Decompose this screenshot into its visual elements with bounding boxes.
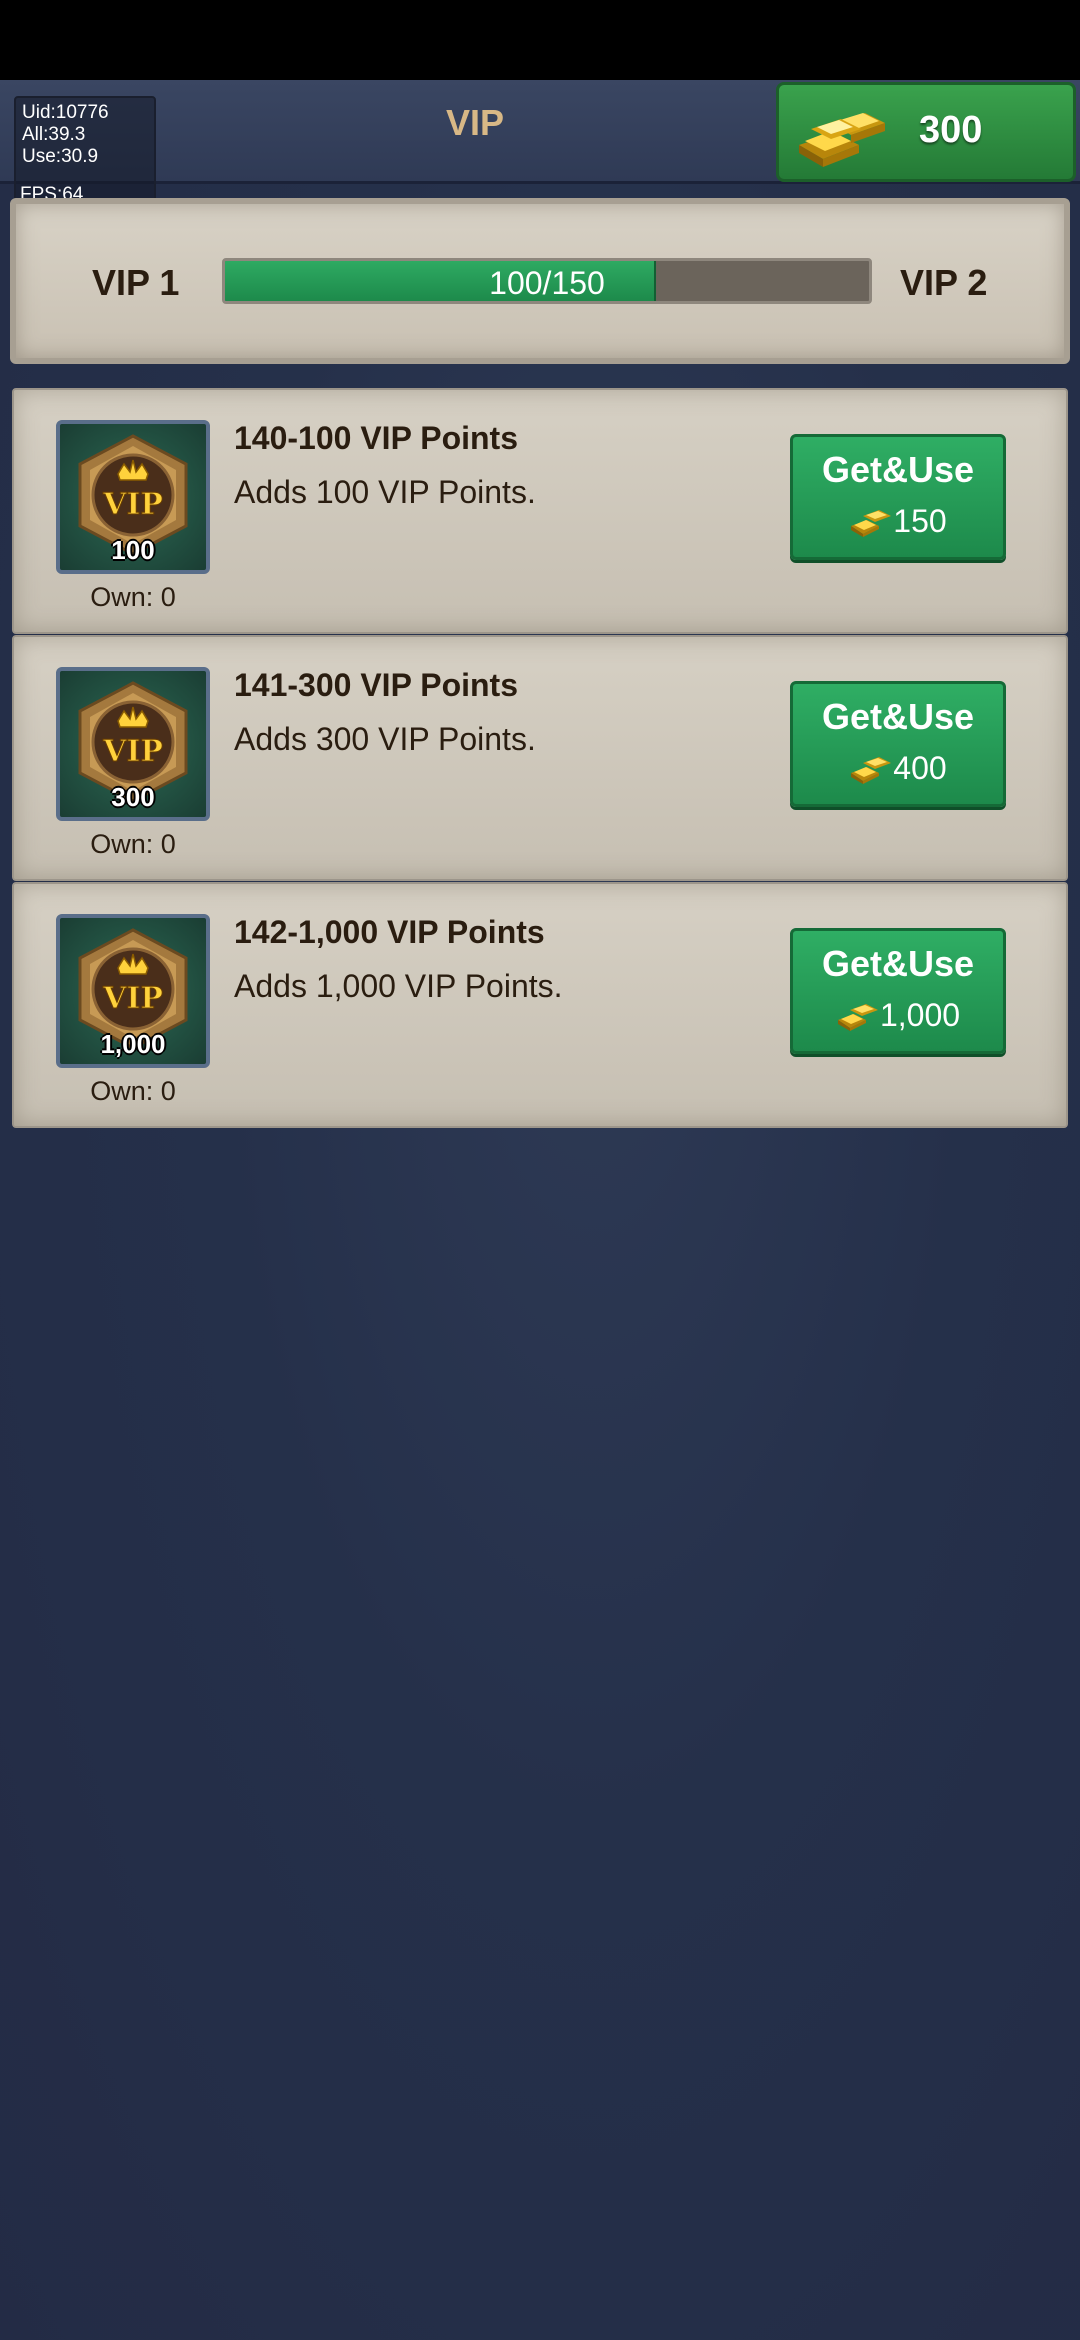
debug-overlay: Uid:10776 All:39.3 Use:30.9 FPS:64	[14, 96, 156, 210]
gold-bars-icon	[851, 510, 892, 537]
svg-text:VIP: VIP	[102, 734, 163, 769]
item-own-count: Own: 0	[90, 582, 176, 612]
get-and-use-label: Get&Use	[821, 943, 975, 984]
status-bar	[0, 0, 1080, 80]
svg-text:VIP: VIP	[102, 487, 163, 522]
get-and-use-button[interactable]: Get&Use 1,000	[790, 928, 1006, 1054]
debug-uid: Uid:10776	[22, 102, 109, 123]
price-row: 1,000	[793, 997, 1003, 1034]
get-and-use-label: Get&Use	[821, 449, 975, 490]
price-value: 150	[893, 503, 947, 539]
item-description: Adds 100 VIP Points.	[234, 474, 536, 510]
next-vip-level: VIP 2	[900, 262, 988, 303]
svg-text:VIP: VIP	[102, 981, 163, 1016]
item-own-count: Own: 0	[90, 829, 176, 859]
gold-balance-button[interactable]: 300	[776, 82, 1076, 182]
vip-badge-icon[interactable]: VIP 100	[56, 420, 210, 574]
vip-progress-panel: VIP 1 100/150 VIP 2	[10, 198, 1070, 364]
vip-progress-text: 100/150	[489, 265, 605, 301]
gold-bars-icon	[851, 757, 892, 784]
get-and-use-button[interactable]: Get&Use 400	[790, 681, 1006, 807]
gold-bars-icon	[799, 113, 885, 167]
item-description: Adds 1,000 VIP Points.	[234, 968, 563, 1004]
item-description: Adds 300 VIP Points.	[234, 721, 536, 757]
item-title: 140-100 VIP Points	[234, 420, 518, 456]
item-icon-count: 100	[111, 535, 155, 565]
current-vip-level: VIP 1	[92, 262, 180, 303]
gold-bars-icon	[837, 1004, 878, 1031]
item-title: 142-1,000 VIP Points	[234, 914, 545, 950]
item-icon-count: 1,000	[100, 1029, 166, 1059]
item-title: 141-300 VIP Points	[234, 667, 518, 703]
debug-all: All:39.3	[22, 124, 86, 145]
get-and-use-button[interactable]: Get&Use 150	[790, 434, 1006, 560]
item-icon-count: 300	[111, 782, 155, 812]
vip-item-card: VIP 1,000 Own: 0 142-1,000 VIP Points Ad…	[12, 882, 1068, 1128]
price-value: 400	[893, 750, 947, 786]
price-value: 1,000	[879, 997, 961, 1033]
debug-use: Use:30.9	[22, 146, 99, 167]
price-row: 150	[793, 503, 1003, 540]
price-row: 400	[793, 750, 1003, 787]
gold-amount: 300	[919, 109, 983, 151]
get-and-use-label: Get&Use	[821, 696, 975, 737]
vip-badge-icon[interactable]: VIP 1,000	[56, 914, 210, 1068]
item-own-count: Own: 0	[90, 1076, 176, 1106]
vip-badge-icon[interactable]: VIP 300	[56, 667, 210, 821]
vip-progress-bar: 100/150	[222, 258, 872, 304]
vip-item-card: VIP 100 Own: 0 140-100 VIP Points Adds 1…	[12, 388, 1068, 634]
vip-item-card: VIP 300 Own: 0 141-300 VIP Points Adds 3…	[12, 635, 1068, 881]
